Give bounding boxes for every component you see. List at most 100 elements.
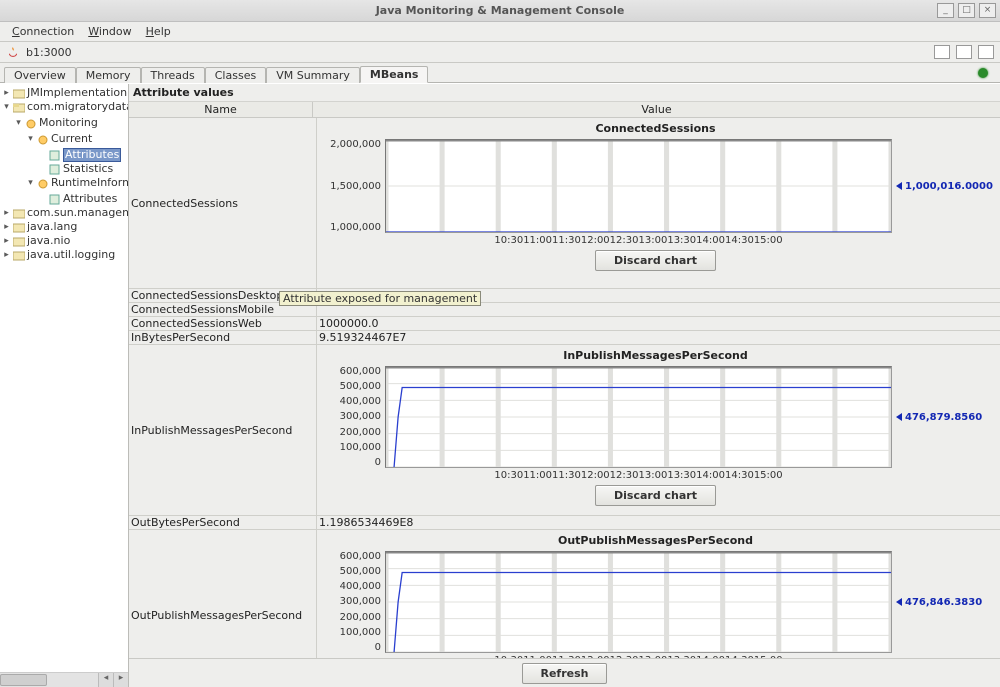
y-axis: 2,000,000 1,500,000 1,000,000 [319,139,385,233]
menu-connection[interactable]: Connection [6,24,80,39]
tree-item[interactable]: Attributes [63,192,117,206]
arrow-left-icon [896,598,902,606]
folder-icon [13,222,25,233]
attribute-name: OutPublishMessagesPerSecond [129,530,317,658]
tree-item[interactable]: com.migratorydata [27,100,128,114]
content-area: ▸JMImplementation ▾com.migratorydata ▾Mo… [0,83,1000,687]
attribute-pane: Attribute values Name Value ConnectedSes… [129,84,1000,687]
menu-connection-label: onnection [20,25,75,38]
section-title: Attribute values [129,84,1000,102]
current-value-label: 476,879.8560 [892,366,992,468]
window-controls: _ □ × [937,3,996,18]
tree-item-attributes[interactable]: Attributes [63,148,121,162]
tab-threads[interactable]: Threads [141,67,205,83]
attribute-table-header: Name Value [129,102,1000,118]
table-row: InPublishMessagesPerSecond InPublishMess… [129,345,1000,516]
attributes-icon [49,194,61,205]
plot-area[interactable] [385,139,892,233]
inner-window-bar: b1:3000 [0,42,1000,63]
attributes-icon [49,164,61,175]
app-window: Java Monitoring & Management Console _ □… [0,0,1000,687]
tree-item[interactable]: Monitoring [39,116,98,130]
tree-item[interactable]: JMImplementation [27,86,127,100]
discard-chart-button[interactable]: Discard chart [595,485,716,506]
bean-icon [37,178,49,189]
close-button[interactable]: × [979,3,996,18]
footer: Refresh [129,658,1000,687]
current-value-label: 476,846.3830 [892,551,992,653]
tab-classes[interactable]: Classes [205,67,266,83]
attributes-icon [49,150,61,161]
attribute-name: ConnectedSessionsWeb [129,317,317,330]
menu-help[interactable]: Help [140,24,177,39]
mbean-tree-pane: ▸JMImplementation ▾com.migratorydata ▾Mo… [0,84,129,687]
chart-in-publish: InPublishMessagesPerSecond 600,000500,00… [319,347,992,506]
tree-item[interactable]: RuntimeInforma [51,176,128,190]
attribute-value[interactable]: 1000000.0 [317,317,1000,330]
chart-out-publish: OutPublishMessagesPerSecond 600,000500,0… [319,532,992,658]
plot-area[interactable] [385,551,892,653]
arrow-left-icon [896,182,902,190]
discard-chart-button[interactable]: Discard chart [595,250,716,271]
column-header-name[interactable]: Name [129,102,313,117]
attribute-table-body[interactable]: ConnectedSessions ConnectedSessions 2,00… [129,118,1000,658]
bean-icon [37,134,49,145]
inner-restore-icon[interactable] [956,45,972,59]
tab-overview[interactable]: Overview [4,67,76,83]
folder-icon [13,208,25,219]
folder-open-icon [13,102,25,113]
tree-item[interactable]: java.lang [27,220,77,234]
tree-item[interactable]: Current [51,132,92,146]
table-row: InBytesPerSecond 9.519324467E7 [129,331,1000,345]
chart-title: ConnectedSessions [595,122,715,135]
table-row: ConnectedSessionsMobile [129,303,1000,317]
connection-title: b1:3000 [26,46,72,59]
menu-window[interactable]: Window [82,24,137,39]
current-value-label: 1,000,016.0000 [892,139,992,233]
attribute-value[interactable]: 1.1986534469E8 [317,516,1000,529]
table-row: OutPublishMessagesPerSecond OutPublishMe… [129,530,1000,658]
tab-memory[interactable]: Memory [76,67,141,83]
folder-icon [13,88,25,99]
tree-horizontal-scrollbar[interactable]: ◂▸ [0,672,128,687]
java-icon [6,45,20,59]
column-header-value[interactable]: Value [313,102,1000,117]
folder-icon [13,236,25,247]
tree-item[interactable]: Statistics [63,162,113,176]
table-row: ConnectedSessions ConnectedSessions 2,00… [129,118,1000,289]
connection-status-icon [978,68,988,78]
bean-icon [25,118,37,129]
attribute-name: InPublishMessagesPerSecond [129,345,317,515]
attribute-value[interactable]: 9.519324467E7 [317,331,1000,344]
tab-mbeans[interactable]: MBeans [360,66,429,83]
attribute-name: OutBytesPerSecond [129,516,317,529]
mbean-tree[interactable]: ▸JMImplementation ▾com.migratorydata ▾Mo… [0,84,128,672]
attribute-name: InBytesPerSecond [129,331,317,344]
plot-area[interactable] [385,366,892,468]
table-row: ConnectedSessionsWeb 1000000.0 [129,317,1000,331]
minimize-button[interactable]: _ [937,3,954,18]
tree-item[interactable]: java.nio [27,234,70,248]
chart-title: OutPublishMessagesPerSecond [558,534,753,547]
tab-vm-summary[interactable]: VM Summary [266,67,360,83]
tree-item[interactable]: java.util.logging [27,248,115,262]
inner-window-controls [934,45,994,59]
inner-minimize-icon[interactable] [934,45,950,59]
refresh-button[interactable]: Refresh [522,663,608,684]
window-title: Java Monitoring & Management Console [0,4,1000,17]
x-axis: 10:3011:0011:3012:0012:3013:0013:3014:00… [494,655,782,658]
main-tabs: Overview Memory Threads Classes VM Summa… [0,63,1000,83]
menubar: Connection Window Help [0,22,1000,42]
tree-item[interactable]: com.sun.managem [27,206,128,220]
menu-help-label: elp [154,25,171,38]
y-axis: 600,000500,000400,000300,000200,000100,0… [319,366,385,468]
maximize-button[interactable]: □ [958,3,975,18]
table-row: ConnectedSessionsDesktop 16.0 Attribute … [129,289,1000,303]
x-axis: 10:3011:0011:3012:0012:3013:0013:3014:00… [494,470,782,481]
attribute-name: ConnectedSessions [129,118,317,288]
x-axis: 10:3011:0011:3012:0012:3013:0013:3014:00… [494,235,782,246]
inner-close-icon[interactable] [978,45,994,59]
chart-connected-sessions: ConnectedSessions 2,000,000 1,500,000 1,… [319,120,992,271]
menu-window-label: indow [99,25,132,38]
tooltip: Attribute exposed for management [279,291,481,306]
